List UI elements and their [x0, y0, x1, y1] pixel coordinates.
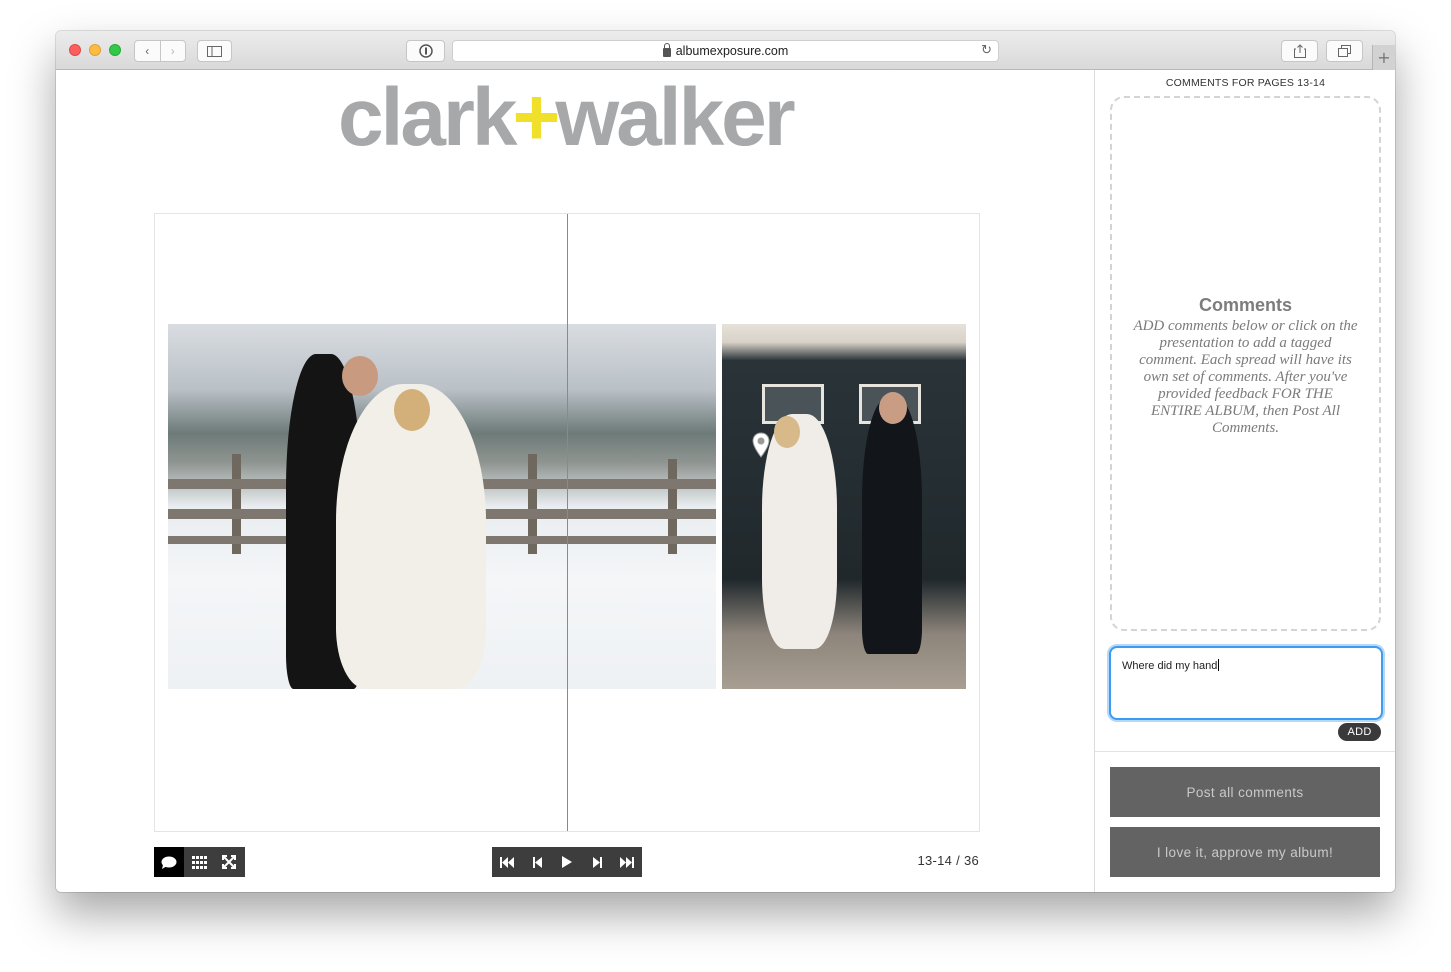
comments-sidebar: COMMENTS FOR PAGES 13-14 Comments ADD co…	[1094, 70, 1395, 892]
comment-tag-pin-icon[interactable]	[752, 432, 770, 458]
browser-window: ‹ › albumexposure.com ↻ + clark+walker 1…	[56, 31, 1395, 892]
minimize-window-button[interactable]	[89, 44, 101, 56]
door-couple-photo[interactable]	[722, 324, 966, 689]
comments-instructions: ADD comments below or click on the prese…	[1133, 318, 1358, 436]
add-comment-button[interactable]: ADD	[1338, 723, 1381, 741]
comments-list-area: Comments ADD comments below or click on …	[1110, 96, 1381, 631]
forward-icon[interactable]: ›	[161, 41, 186, 61]
view-mode-controls	[154, 847, 245, 877]
comment-input[interactable]: Where did my hand	[1109, 646, 1383, 720]
page-counter: 13-14 / 36	[917, 853, 979, 868]
history-nav: ‹ ›	[134, 40, 186, 62]
album-spread[interactable]	[154, 213, 980, 832]
grid-view-icon[interactable]	[184, 847, 214, 877]
approve-album-button[interactable]: I love it, approve my album!	[1110, 827, 1380, 877]
sidebar-divider	[1095, 751, 1395, 752]
new-tab-icon[interactable]: +	[1372, 45, 1395, 70]
address-bar[interactable]: albumexposure.com ↻	[452, 40, 999, 62]
last-page-icon[interactable]	[612, 847, 642, 877]
url-text: albumexposure.com	[675, 44, 789, 58]
play-slideshow-icon[interactable]	[552, 847, 582, 877]
page-navigation-controls	[492, 847, 642, 877]
spread-gutter	[567, 214, 568, 831]
winter-couple-photo[interactable]	[168, 324, 716, 689]
comments-title: COMMENTS FOR PAGES 13-14	[1165, 77, 1326, 89]
close-window-button[interactable]	[69, 44, 81, 56]
fullscreen-icon[interactable]	[214, 847, 244, 877]
logo-word-right: walker	[555, 72, 795, 163]
comments-heading: Comments	[1198, 295, 1292, 315]
browser-toolbar: ‹ › albumexposure.com ↻ +	[56, 31, 1395, 70]
sidebar-toggle-icon[interactable]	[197, 40, 232, 62]
brand-logo: clark+walker	[338, 77, 796, 159]
share-icon[interactable]	[1281, 40, 1318, 62]
page-content: clark+walker 13-14 / 36 COMMENTS FOR PAG…	[56, 70, 1395, 892]
previous-page-icon[interactable]	[522, 847, 552, 877]
password-icon[interactable]	[406, 40, 445, 62]
tabs-overview-icon[interactable]	[1326, 40, 1363, 62]
next-page-icon[interactable]	[582, 847, 612, 877]
lock-icon	[662, 42, 671, 57]
reload-icon[interactable]: ↻	[981, 43, 992, 58]
text-caret	[1218, 659, 1220, 671]
post-all-comments-button[interactable]: Post all comments	[1110, 767, 1380, 817]
logo-word-left: clark	[338, 72, 518, 163]
comments-mode-icon[interactable]	[154, 847, 184, 877]
logo-plus: +	[512, 72, 561, 163]
back-icon[interactable]: ‹	[135, 41, 161, 61]
zoom-window-button[interactable]	[109, 44, 121, 56]
first-page-icon[interactable]	[492, 847, 522, 877]
comment-input-value: Where did my hand	[1122, 660, 1218, 672]
